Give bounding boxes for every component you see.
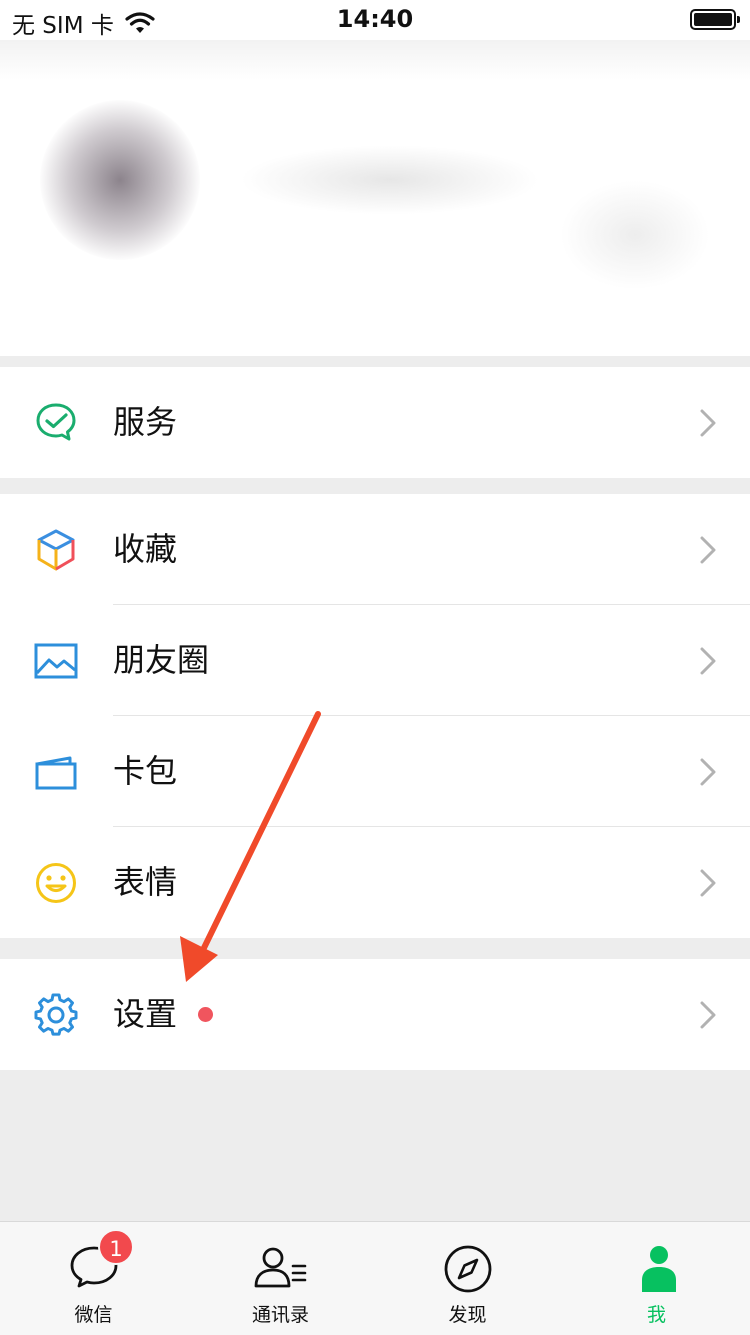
menu-item-favorites[interactable]: 收藏 (0, 494, 750, 605)
chevron-right-icon (700, 869, 716, 897)
favorites-cube-icon (33, 527, 79, 573)
status-bar: 无 SIM 卡 14:40 (0, 0, 750, 40)
menu-label-cards: 卡包 (113, 752, 178, 790)
avatar (40, 100, 200, 260)
menu-group-main: 收藏 朋友圈 卡包 表情 (0, 494, 750, 938)
tab-contacts[interactable]: 通讯录 (187, 1222, 374, 1335)
chevron-right-icon (700, 1001, 716, 1029)
bottom-tab-bar: 1 微信 通讯录 发现 我 (0, 1221, 750, 1335)
tab-discover[interactable]: 发现 (374, 1222, 561, 1335)
tab-chats[interactable]: 1 微信 (0, 1222, 187, 1335)
menu-item-services[interactable]: 服务 (0, 367, 750, 478)
menu-item-moments[interactable]: 朋友圈 (0, 605, 750, 716)
menu-item-cards[interactable]: 卡包 (0, 716, 750, 827)
tab-me[interactable]: 我 (563, 1222, 750, 1335)
chevron-right-icon (700, 647, 716, 675)
chevron-right-icon (700, 536, 716, 564)
chevron-right-icon (700, 758, 716, 786)
menu-label-moments: 朋友圈 (113, 641, 210, 679)
compass-icon (444, 1245, 491, 1293)
battery-icon (690, 9, 740, 30)
menu-group-services: 服务 (0, 367, 750, 478)
tab-label-discover: 发现 (448, 1304, 487, 1326)
chevron-right-icon (700, 409, 716, 437)
tab-label-me: 我 (646, 1304, 666, 1326)
unread-badge: 1 (98, 1229, 134, 1265)
contacts-icon (254, 1247, 306, 1288)
profile-header[interactable] (0, 40, 750, 356)
menu-group-settings: 设置 (0, 959, 750, 1070)
status-time: 14:40 (336, 5, 414, 33)
settings-red-dot (198, 1007, 213, 1022)
menu-item-settings[interactable]: 设置 (0, 959, 750, 1070)
qr-code-blurred (560, 180, 710, 290)
me-person-icon (641, 1246, 676, 1292)
menu-label-settings: 设置 (113, 995, 178, 1033)
card-wallet-icon (33, 749, 79, 795)
profile-name-blurred (240, 145, 540, 215)
menu-item-stickers[interactable]: 表情 (0, 827, 750, 938)
gear-icon (33, 992, 79, 1038)
tab-label-contacts: 通讯录 (251, 1304, 309, 1326)
menu-label-services: 服务 (113, 403, 178, 441)
services-icon (33, 400, 79, 446)
tab-label-chats: 微信 (74, 1304, 113, 1326)
moments-image-icon (33, 638, 79, 684)
menu-label-stickers: 表情 (113, 863, 178, 901)
smiley-face-icon (33, 860, 79, 906)
menu-label-favorites: 收藏 (113, 530, 178, 568)
